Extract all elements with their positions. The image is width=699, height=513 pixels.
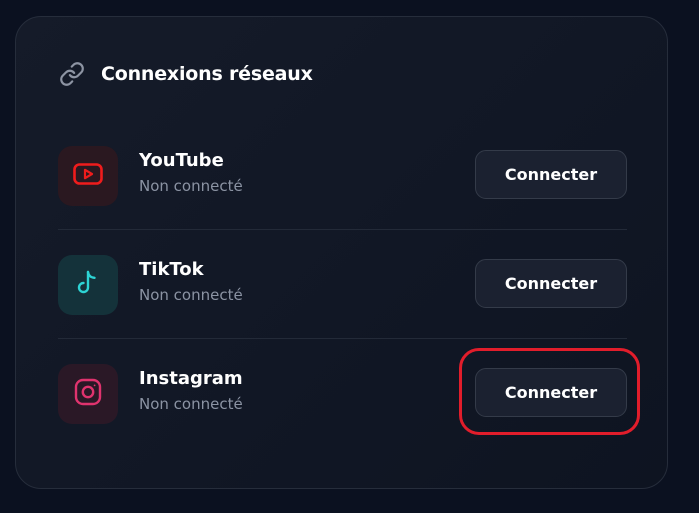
instagram-icon-tile: [58, 364, 118, 424]
connect-instagram-button[interactable]: Connecter: [475, 368, 627, 417]
network-status: Non connecté: [139, 395, 243, 413]
row-divider: [58, 338, 627, 339]
network-name: Instagram: [139, 368, 243, 389]
network-row-tiktok: TikTok Non connecté Connecter: [16, 255, 667, 364]
youtube-icon: [73, 163, 103, 189]
network-row-youtube: YouTube Non connecté Connecter: [16, 146, 667, 255]
row-divider: [58, 229, 627, 230]
youtube-icon-tile: [58, 146, 118, 206]
network-status: Non connecté: [139, 286, 243, 304]
network-name: YouTube: [139, 150, 224, 171]
tiktok-icon: [77, 270, 99, 300]
network-name: TikTok: [139, 259, 204, 280]
connect-youtube-button[interactable]: Connecter: [475, 150, 627, 199]
tiktok-icon-tile: [58, 255, 118, 315]
instagram-icon: [74, 378, 102, 410]
network-status: Non connecté: [139, 177, 243, 195]
network-row-instagram: Instagram Non connecté Connecter: [16, 364, 667, 473]
card-title: Connexions réseaux: [101, 63, 313, 85]
link-icon: [59, 61, 85, 87]
network-connections-card: Connexions réseaux YouTube Non connecté …: [15, 16, 668, 489]
card-header: Connexions réseaux: [59, 61, 313, 87]
connect-tiktok-button[interactable]: Connecter: [475, 259, 627, 308]
